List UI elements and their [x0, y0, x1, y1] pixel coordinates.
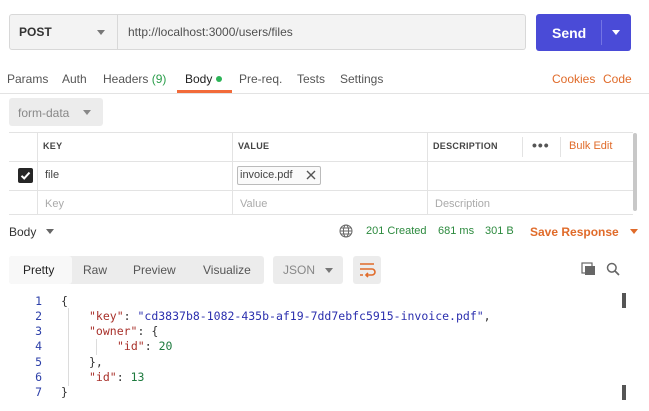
view-tab-pretty[interactable]: Pretty [23, 263, 54, 277]
table-top-border [9, 132, 633, 133]
file-chip[interactable]: invoice.pdf [237, 166, 321, 185]
response-body-dropdown[interactable]: Body [9, 225, 54, 239]
table-header-border [9, 161, 633, 162]
wrap-lines-button[interactable] [353, 256, 381, 284]
chevron-down-icon [97, 30, 105, 35]
response-time[interactable]: 681 ms [438, 225, 474, 237]
json-brace: } [61, 385, 68, 399]
chevron-down-icon [325, 268, 333, 273]
cookies-link[interactable]: Cookies [552, 72, 595, 86]
save-response-label: Save Response [530, 225, 619, 239]
tab-settings[interactable]: Settings [340, 72, 383, 86]
json-brace: { [61, 294, 68, 308]
line-number: 7 [35, 385, 42, 399]
body-type-label: form-data [18, 106, 70, 120]
table-header-divider [560, 137, 561, 157]
json-line: "owner": { [89, 324, 159, 338]
json-brace: }, [89, 355, 103, 369]
new-value-input[interactable]: Value [240, 198, 267, 210]
view-tab-preview[interactable]: Preview [133, 263, 176, 277]
table-row-border [9, 190, 633, 191]
tab-tests[interactable]: Tests [297, 72, 325, 86]
json-line: "id": 13 [89, 370, 145, 384]
send-button[interactable]: Send [536, 14, 631, 51]
send-label: Send [552, 25, 587, 41]
json-number-value: 20 [158, 339, 173, 353]
send-options-chevron-icon[interactable] [612, 30, 620, 35]
chevron-down-icon [45, 229, 54, 234]
checkmark-icon [20, 171, 31, 180]
new-key-input[interactable]: Key [45, 198, 64, 210]
table-scrollbar[interactable] [633, 133, 637, 211]
wrap-lines-icon [360, 263, 376, 278]
table-col-divider [427, 132, 428, 214]
row-key[interactable]: file [45, 169, 59, 181]
response-size[interactable]: 301 B [485, 225, 514, 237]
json-number-value: 13 [130, 370, 145, 384]
remove-file-icon[interactable] [305, 169, 317, 181]
line-number: 2 [35, 309, 42, 323]
tabs-divider [0, 93, 649, 94]
more-options-icon[interactable]: ••• [532, 137, 550, 153]
search-icon[interactable] [606, 262, 620, 276]
tab-body[interactable]: Body [185, 72, 223, 86]
json-key: "id" [117, 339, 145, 353]
method-label: POST [19, 25, 52, 39]
json-key: "owner" [89, 324, 138, 338]
chevron-down-icon [630, 229, 639, 234]
column-header-value: VALUE [238, 141, 270, 151]
url-input[interactable]: http://localhost:3000/users/files [118, 14, 526, 50]
file-name: invoice.pdf [240, 169, 293, 181]
headers-count: (9) [151, 72, 167, 86]
format-select[interactable]: JSON [273, 256, 343, 284]
code-link[interactable]: Code [603, 72, 632, 86]
status-code[interactable]: 201 Created [366, 225, 427, 237]
json-key: "key" [89, 309, 124, 323]
indent-guide [96, 339, 97, 355]
chevron-down-icon [83, 110, 91, 115]
format-label: JSON [283, 263, 316, 277]
bulk-edit-link[interactable]: Bulk Edit [569, 140, 612, 152]
response-view-tabs: Pretty Raw Preview Visualize [9, 256, 264, 284]
copy-icon[interactable] [581, 262, 596, 276]
line-number: 5 [35, 355, 42, 369]
code-scrollbar-bottom[interactable] [622, 385, 626, 400]
table-col-divider [37, 132, 38, 214]
line-number: 3 [35, 324, 42, 338]
json-string-value: "cd3837b8-1082-435b-af19-7dd7ebfc5915-in… [137, 309, 484, 323]
line-number: 1 [35, 294, 42, 308]
globe-icon[interactable] [339, 224, 353, 238]
column-header-key: KEY [43, 141, 63, 151]
code-scrollbar-top[interactable] [622, 293, 626, 308]
body-indicator-dot [216, 76, 223, 82]
tab-headers-label: Headers [103, 72, 149, 86]
tab-body-label: Body [185, 72, 213, 86]
json-line: "id": 20 [117, 339, 173, 353]
line-number: 4 [35, 339, 42, 353]
body-type-select[interactable]: form-data [9, 98, 103, 126]
table-col-divider [232, 132, 233, 214]
table-header-divider [522, 137, 523, 157]
indent-guide [68, 308, 69, 386]
view-tab-visualize[interactable]: Visualize [203, 263, 251, 277]
json-line: "key": "cd3837b8-1082-435b-af19-7dd7ebfc… [89, 309, 491, 323]
response-body-label: Body [9, 225, 37, 239]
new-description-input[interactable]: Description [435, 198, 490, 210]
send-divider [601, 20, 602, 45]
url-text: http://localhost:3000/users/files [128, 25, 293, 39]
tab-headers[interactable]: Headers (9) [103, 72, 166, 86]
table-bottom-border [9, 214, 633, 215]
tab-params[interactable]: Params [7, 72, 48, 86]
row-enabled-checkbox[interactable] [18, 168, 33, 183]
view-tab-raw[interactable]: Raw [83, 263, 107, 277]
save-response-button[interactable]: Save Response [530, 225, 639, 239]
tab-prereq[interactable]: Pre-req. [239, 72, 282, 86]
tab-auth[interactable]: Auth [62, 72, 87, 86]
line-number: 6 [35, 370, 42, 384]
json-key: "id" [89, 370, 117, 384]
column-header-description: DESCRIPTION [433, 141, 498, 151]
method-select[interactable]: POST [9, 14, 118, 50]
